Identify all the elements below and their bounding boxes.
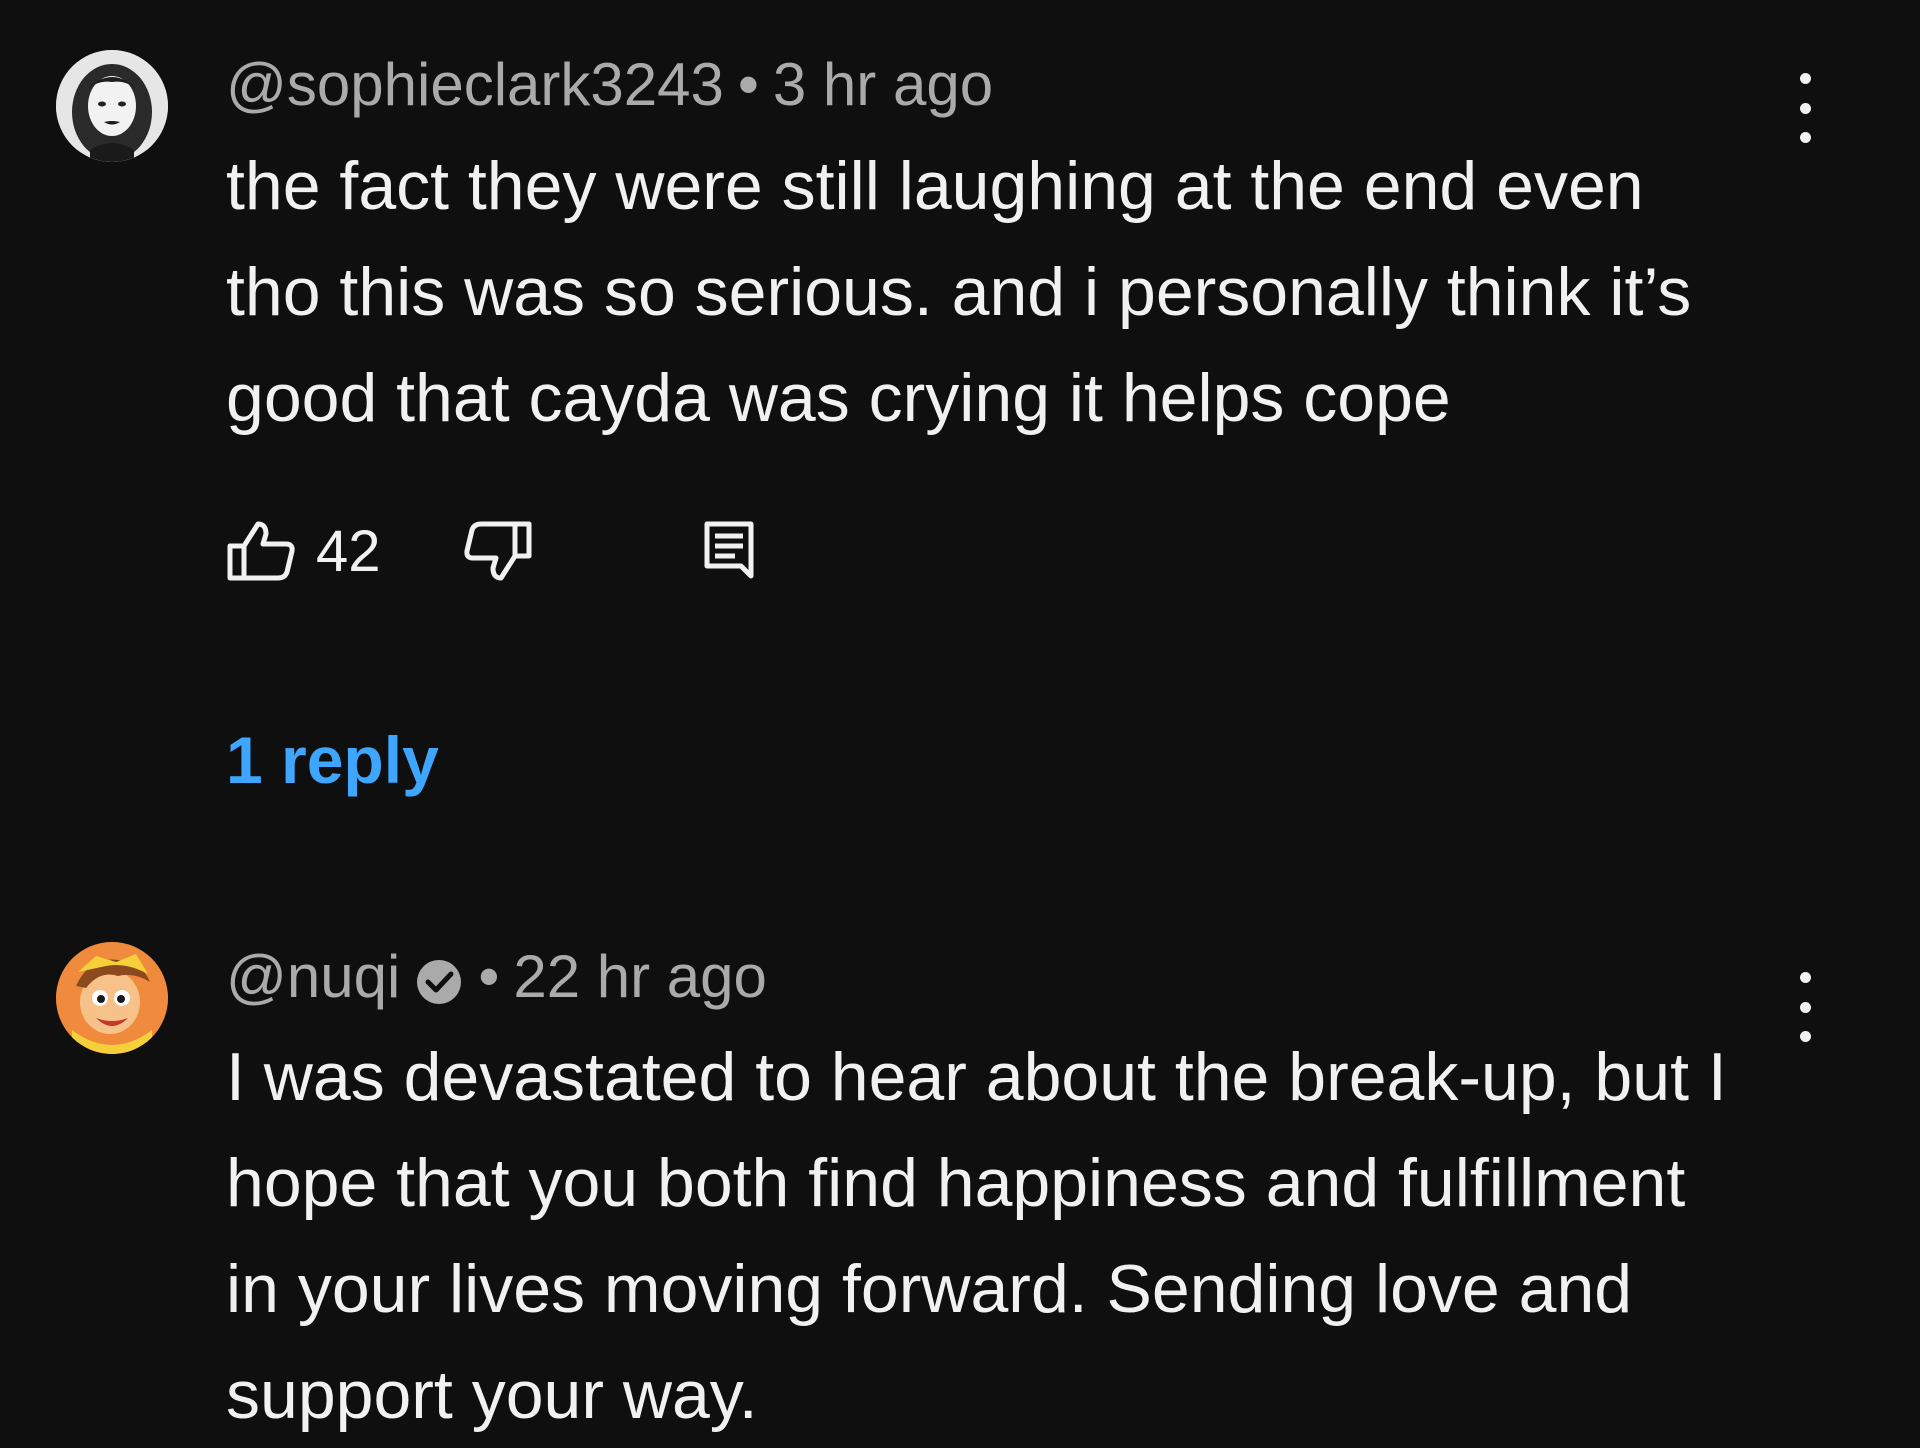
reply-comment-icon (704, 521, 754, 579)
thumbs-down-icon (463, 521, 532, 581)
comment-text-line: good that cayda was crying it helps cope (226, 360, 1451, 436)
verified-check-icon (414, 952, 464, 1004)
vertical-ellipsis-icon (1799, 73, 1811, 84)
ellipsis-dot (1799, 1001, 1811, 1013)
comment-text-line: the fact they were still laughing at the… (226, 148, 1644, 224)
like-count: 42 (316, 518, 381, 584)
like-button[interactable]: 42 (226, 518, 381, 585)
comment-header: @nuqi • 22 hr ago (226, 942, 767, 1012)
comment-text-line: tho this was so serious. and i personall… (226, 254, 1692, 330)
timestamp[interactable]: 3 hr ago (773, 50, 993, 120)
avatar[interactable] (56, 50, 168, 162)
author-name[interactable]: @sophieclark3243 (226, 50, 724, 120)
thumbs-up-icon (227, 521, 295, 581)
comment-text: the fact they were still laughing at the… (226, 133, 1826, 451)
avatar[interactable] (56, 942, 168, 1054)
user-photo-avatar (56, 50, 168, 162)
timestamp[interactable]: 22 hr ago (513, 942, 767, 1012)
comment-actions: 42 (226, 516, 755, 586)
comment-text-line: I was devastated to hear about the break… (226, 1039, 1727, 1115)
comment-header: @sophieclark3243 • 3 hr ago (226, 50, 993, 120)
cartoon-character-avatar (56, 942, 168, 1054)
vertical-ellipsis-icon (1799, 972, 1811, 983)
dislike-button[interactable] (463, 520, 533, 582)
comment-text-line: support your way. (226, 1357, 758, 1433)
reply-button[interactable] (703, 520, 755, 582)
comment-text-line: in your lives moving forward. Sending lo… (226, 1251, 1633, 1327)
separator-dot: • (478, 943, 500, 1010)
comment-text-line: hope that you both find happiness and fu… (226, 1145, 1686, 1221)
ellipsis-dot (1799, 102, 1811, 114)
comment-text: I was devastated to hear about the break… (226, 1024, 1826, 1448)
author-name[interactable]: @nuqi (226, 942, 400, 1012)
view-replies-link[interactable]: 1 reply (226, 720, 439, 800)
separator-dot: • (737, 51, 759, 118)
